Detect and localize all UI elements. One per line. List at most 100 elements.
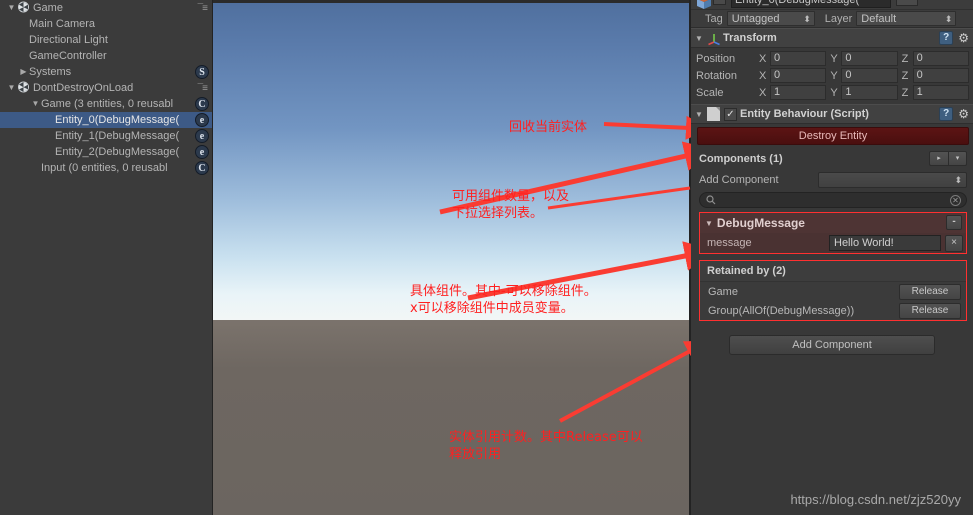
hierarchy-item[interactable]: DontDestroyOnLoad ¯≡ (0, 80, 212, 96)
component-search-input[interactable]: ✕ (699, 192, 967, 208)
debugmessage-card-header[interactable]: ▼ DebugMessage - (700, 213, 966, 233)
watermark-url: https://blog.csdn.net/zjz520yy (790, 492, 961, 507)
help-icon[interactable]: ? (939, 107, 954, 121)
transform-axis-z: Z1 (902, 85, 969, 100)
debugmessage-message-row: message Hello World! × (700, 233, 966, 253)
gear-icon[interactable]: ⚙ (958, 108, 969, 120)
hierarchy-item[interactable]: Entity_0(DebugMessage(e (0, 112, 212, 128)
scene-context-menu-icon[interactable]: ¯≡ (198, 81, 208, 97)
release-button[interactable]: Release (899, 283, 961, 300)
hierarchy-item[interactable]: Game (3 entities, 0 reusabl C (0, 96, 212, 112)
transform-input-x[interactable]: 0 (770, 51, 827, 66)
layer-label: Layer (824, 12, 853, 25)
hierarchy-item-badge: e (195, 145, 209, 159)
hierarchy-item-badge: S (195, 65, 209, 79)
message-field-input[interactable]: Hello World! (829, 235, 941, 251)
transform-component-header[interactable]: Transform ? ⚙ (691, 28, 973, 48)
add-component-dropdown[interactable] (818, 172, 967, 188)
layer-dropdown[interactable]: Default (856, 11, 957, 26)
unity-editor-window: Game¯≡Main CameraDirectional LightGameCo… (0, 0, 973, 515)
tag-layer-row: Tag Untagged Layer Default (691, 10, 973, 28)
transform-input-z[interactable]: 0 (912, 51, 969, 66)
transform-row: Position X 0 Y 0 Z 0 (691, 50, 973, 67)
axis-label-z: Z (901, 69, 909, 82)
gameobject-name-field[interactable]: Entity_0(DebugMessage( (731, 0, 891, 8)
hierarchy-item[interactable]: Main Camera (0, 16, 212, 32)
hierarchy-item[interactable]: Entity_2(DebugMessage( e (0, 144, 212, 160)
retained-by-row: Game Release (700, 282, 966, 301)
hierarchy-item[interactable]: GameController (0, 48, 212, 64)
transform-axis-x: X1 (759, 85, 827, 100)
foldout-open-icon[interactable] (6, 0, 17, 16)
retained-by-card: Retained by (2) Game Release Group(AllOf(D… (699, 260, 967, 321)
anno-retained: 实体引用计数。其中Release可以 释放引用 (449, 430, 643, 462)
add-component-button[interactable]: Add Component (729, 335, 935, 355)
debugmessage-component-card: ▼ DebugMessage - message Hello World! × (699, 212, 967, 254)
foldout-open-icon[interactable] (6, 80, 17, 96)
components-collapse-button[interactable]: ▸ (929, 151, 948, 166)
hierarchy-item[interactable]: Directional Light (0, 32, 212, 48)
transform-input-z[interactable]: 1 (912, 85, 969, 100)
anno-destroy: 回收当前实体 (509, 120, 588, 135)
scene-context-menu-icon[interactable]: ¯≡ (198, 1, 208, 17)
axis-label-y: Y (830, 69, 838, 82)
axis-label-x: X (759, 69, 767, 82)
transform-input-x[interactable]: 1 (770, 85, 827, 100)
axis-label-x: X (759, 86, 767, 99)
transform-input-y[interactable]: 0 (841, 68, 898, 83)
foldout-open-icon[interactable] (30, 96, 41, 112)
components-count-label: Components (1) (699, 153, 783, 165)
transform-row: Rotation X 0 Y 0 Z 0 (691, 67, 973, 84)
transform-axis-z: Z0 (902, 68, 969, 83)
entity-behaviour-header[interactable]: ✓ Entity Behaviour (Script) ? ⚙ (691, 104, 973, 124)
add-component-label: Add Component (699, 174, 779, 186)
foldout-closed-icon[interactable] (18, 64, 29, 80)
hierarchy-item-label: Entity_2(DebugMessage( (55, 146, 180, 159)
debugmessage-foldout-icon[interactable]: ▼ (705, 219, 713, 228)
entity-behaviour-enabled-checkbox[interactable]: ✓ (724, 107, 737, 121)
tag-label: Tag (705, 12, 723, 25)
sky-gradient (213, 0, 691, 320)
transform-row: Scale X 1 Y 1 Z 1 (691, 84, 973, 101)
inspector-panel: Entity_0(DebugMessage( Tag Untagged Laye… (691, 0, 973, 515)
hierarchy-item[interactable]: Systems S (0, 64, 212, 80)
message-field-label: message (707, 237, 752, 249)
transform-row-label: Rotation (696, 69, 737, 82)
hierarchy-item-badge: e (195, 129, 209, 143)
transform-axis-x: X0 (759, 51, 827, 66)
transform-input-y[interactable]: 1 (841, 85, 898, 100)
components-toolbar: ▸ ▾ (929, 151, 967, 166)
transform-foldout-icon[interactable] (695, 34, 707, 43)
anno-component-detail: 具体组件。其中-可以移除组件。 x可以移除组件中成员变量。 (410, 284, 597, 316)
static-flag-checkbox[interactable] (896, 0, 918, 6)
release-button[interactable]: Release (899, 302, 961, 319)
retained-by-list: Game Release Group(AllOf(DebugMessage)) Rel… (700, 282, 966, 320)
message-field-remove-button[interactable]: × (945, 234, 963, 252)
hierarchy-item[interactable]: Entity_1(DebugMessage( e (0, 128, 212, 144)
hierarchy-item[interactable]: Input (0 entities, 0 reusabl C (0, 160, 212, 176)
transform-axis-z: Z0 (902, 51, 969, 66)
hierarchy-item-label: Game (3 entities, 0 reusabl (41, 98, 174, 111)
transform-input-y[interactable]: 0 (841, 51, 898, 66)
gear-icon[interactable]: ⚙ (958, 32, 969, 44)
debugmessage-name: DebugMessage (716, 216, 805, 230)
components-expand-button[interactable]: ▾ (948, 151, 967, 166)
axis-label-y: Y (830, 86, 838, 99)
hierarchy-item[interactable]: Game ¯≡ (0, 0, 212, 16)
debugmessage-remove-button[interactable]: - (946, 215, 962, 230)
transform-input-x[interactable]: 0 (770, 68, 827, 83)
destroy-entity-button[interactable]: Destroy Entity (697, 127, 969, 145)
tag-dropdown[interactable]: Untagged (726, 11, 815, 26)
entity-behaviour-foldout-icon[interactable] (695, 110, 707, 119)
transform-axis-y: Y1 (830, 85, 898, 100)
unity-scene-icon (17, 81, 30, 93)
search-clear-icon[interactable]: ✕ (950, 195, 961, 206)
hierarchy-item-label: Game (33, 2, 63, 15)
transform-input-z[interactable]: 0 (912, 68, 969, 83)
help-icon[interactable]: ? (939, 31, 954, 45)
transform-row-label: Scale (696, 86, 724, 99)
hierarchy-item-label: Directional Light (29, 34, 108, 47)
gameobject-active-checkbox[interactable] (713, 0, 726, 5)
hierarchy-item-label: Entity_1(DebugMessage( (55, 130, 180, 143)
transform-axis-y: Y0 (830, 68, 898, 83)
